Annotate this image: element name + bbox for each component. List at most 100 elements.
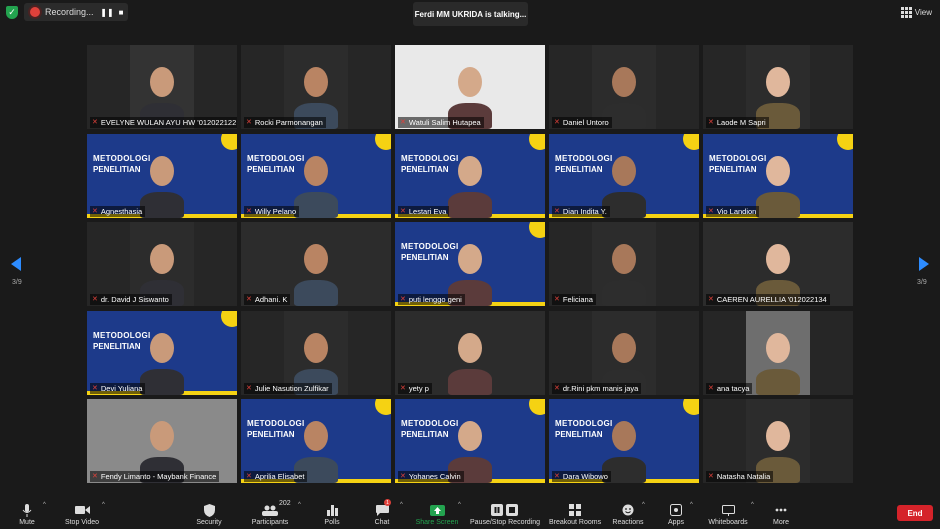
reactions-button[interactable]: Reactions [612,494,644,529]
participant-tile[interactable]: METODOLOGI PENELITIAN ✕ Vio Landion [703,134,853,218]
muted-microphone-icon: ✕ [92,208,98,215]
audio-options-caret-icon[interactable]: ^ [43,502,46,508]
participant-tile[interactable]: METODOLOGI PENELITIAN ✕ Devi Yuliana [87,311,237,395]
share-options-caret-icon[interactable]: ^ [458,502,461,508]
more-dots-icon [773,503,789,517]
stop-video-button[interactable]: Stop Video [62,494,102,529]
more-label: More [773,519,789,526]
shield-icon [201,503,217,517]
banner-circle-decoration [375,134,391,150]
participant-name-tag: ✕ Willy Pelano [244,206,300,217]
pause-stop-recording-button[interactable]: Pause/Stop Recording [470,494,540,529]
participant-face [150,67,174,97]
participant-face [458,67,482,97]
participant-silhouette [294,280,338,306]
participant-face [766,244,790,274]
end-meeting-button[interactable]: End [897,505,933,521]
muted-microphone-icon: ✕ [708,296,714,303]
apps-button[interactable]: Apps [664,494,688,529]
participant-tile[interactable]: ✕ EVELYNE WULAN AYU HW '012022122 [87,45,237,129]
polls-label: Polls [324,519,340,526]
participant-name: dr.Rini pkm manis jaya [562,384,639,393]
participant-tile[interactable]: ✕ Natasha Natalia [703,399,853,483]
polls-button[interactable]: Polls [320,494,344,529]
participant-name: Aprilia Elisabet [254,472,305,481]
participant-tile[interactable]: ✕ Feliciana [549,222,699,306]
mute-button[interactable]: Mute [14,494,40,529]
participant-name-tag: ✕ Feliciana [552,294,596,305]
whiteboards-options-caret-icon[interactable]: ^ [751,502,754,508]
participant-name: Dara Wibowo [562,472,608,481]
security-shield-icon[interactable]: ✓ [6,6,18,19]
apps-options-caret-icon[interactable]: ^ [690,502,693,508]
participant-name-tag: ✕ dr. David J Siswanto [90,294,172,305]
muted-microphone-icon: ✕ [400,208,406,215]
next-page-arrow-icon[interactable] [919,257,929,271]
banner-circle-decoration [529,222,545,238]
participant-tile[interactable]: ✕ Julie Nasution Zulfikar [241,311,391,395]
participant-name: CAEREN AURELLIA '012022134 [716,295,827,304]
participant-face [304,244,328,274]
muted-microphone-icon: ✕ [92,296,98,303]
muted-microphone-icon: ✕ [400,473,406,480]
participant-tile[interactable]: ✕ dr.Rini pkm manis jaya [549,311,699,395]
recording-indicator: Recording... ❚❚ ■ [24,3,128,21]
mute-label: Mute [19,519,35,526]
reactions-label: Reactions [612,519,644,526]
banner-title-line2: PENELITIAN [555,430,603,439]
participant-name: Rocki Parmonangan [254,118,323,127]
apps-label: Apps [668,519,684,526]
stop-recording-icon[interactable]: ■ [114,5,128,19]
muted-microphone-icon: ✕ [92,385,98,392]
banner-title-line1: METODOLOGI [401,419,459,428]
participant-tile[interactable]: ✕ Adhani. K [241,222,391,306]
banner-title-line1: METODOLOGI [247,154,305,163]
participant-tile[interactable]: METODOLOGI PENELITIAN ✕ Agnesthasia [87,134,237,218]
chat-button[interactable]: Chat [370,494,394,529]
recording-dot-icon [30,7,40,17]
security-button[interactable]: Security [193,494,225,529]
participant-face [766,333,790,363]
participant-tile[interactable]: METODOLOGI PENELITIAN ✕ Aprilia Elisabet [241,399,391,483]
participant-tile[interactable]: ✕ ana tacya [703,311,853,395]
participant-tile[interactable]: METODOLOGI PENELITIAN ✕ Lestari Eva [395,134,545,218]
participant-tile[interactable]: ✕ Daniel Untoro [549,45,699,129]
participant-tile[interactable]: ✕ Laode M Sapri [703,45,853,129]
participant-tile[interactable]: METODOLOGI PENELITIAN ✕ Dara Wibowo [549,399,699,483]
muted-microphone-icon: ✕ [554,208,560,215]
banner-title-line2: PENELITIAN [401,165,449,174]
banner-circle-decoration [375,399,391,415]
participant-tile[interactable]: ✕ dr. David J Siswanto [87,222,237,306]
participant-tile[interactable]: ✕ Watuli Salim Hutapea [395,45,545,129]
reactions-options-caret-icon[interactable]: ^ [642,502,645,508]
banner-title-line2: PENELITIAN [247,165,295,174]
pause-stop-icons [490,503,520,517]
participant-tile[interactable]: METODOLOGI PENELITIAN ✕ Yohanes Calvin [395,399,545,483]
banner-title-line1: METODOLOGI [93,154,151,163]
participant-tile[interactable]: METODOLOGI PENELITIAN ✕ Willy Pelano [241,134,391,218]
participant-name-tag: ✕ dr.Rini pkm manis jaya [552,383,642,394]
banner-title-line2: PENELITIAN [93,342,141,351]
banner-title-line1: METODOLOGI [401,242,459,251]
participant-tile[interactable]: ✕ CAEREN AURELLIA '012022134 [703,222,853,306]
banner-circle-decoration [683,134,699,150]
pause-recording-icon[interactable]: ❚❚ [100,5,114,19]
muted-microphone-icon: ✕ [246,119,252,126]
participant-tile[interactable]: ✕ Fendy Limanto - Maybank Finance [87,399,237,483]
participants-options-caret-icon[interactable]: ^ [298,502,301,508]
participant-tile[interactable]: ✕ yety p [395,311,545,395]
breakout-rooms-button[interactable]: Breakout Rooms [549,494,601,529]
whiteboards-button[interactable]: Whiteboards [706,494,750,529]
banner-title-line1: METODOLOGI [93,331,151,340]
participant-tile[interactable]: METODOLOGI PENELITIAN ✕ Dian Indita Y. [549,134,699,218]
video-options-caret-icon[interactable]: ^ [102,502,105,508]
participant-face [150,421,174,451]
view-button[interactable]: View [900,7,932,18]
banner-title-line2: PENELITIAN [401,430,449,439]
participant-tile[interactable]: METODOLOGI PENELITIAN ✕ puti lenggo geni [395,222,545,306]
share-screen-button[interactable]: Share Screen [414,494,460,529]
participant-tile[interactable]: ✕ Rocki Parmonangan [241,45,391,129]
chat-options-caret-icon[interactable]: ^ [400,502,403,508]
more-button[interactable]: More [770,494,792,529]
previous-page-arrow-icon[interactable] [11,257,21,271]
